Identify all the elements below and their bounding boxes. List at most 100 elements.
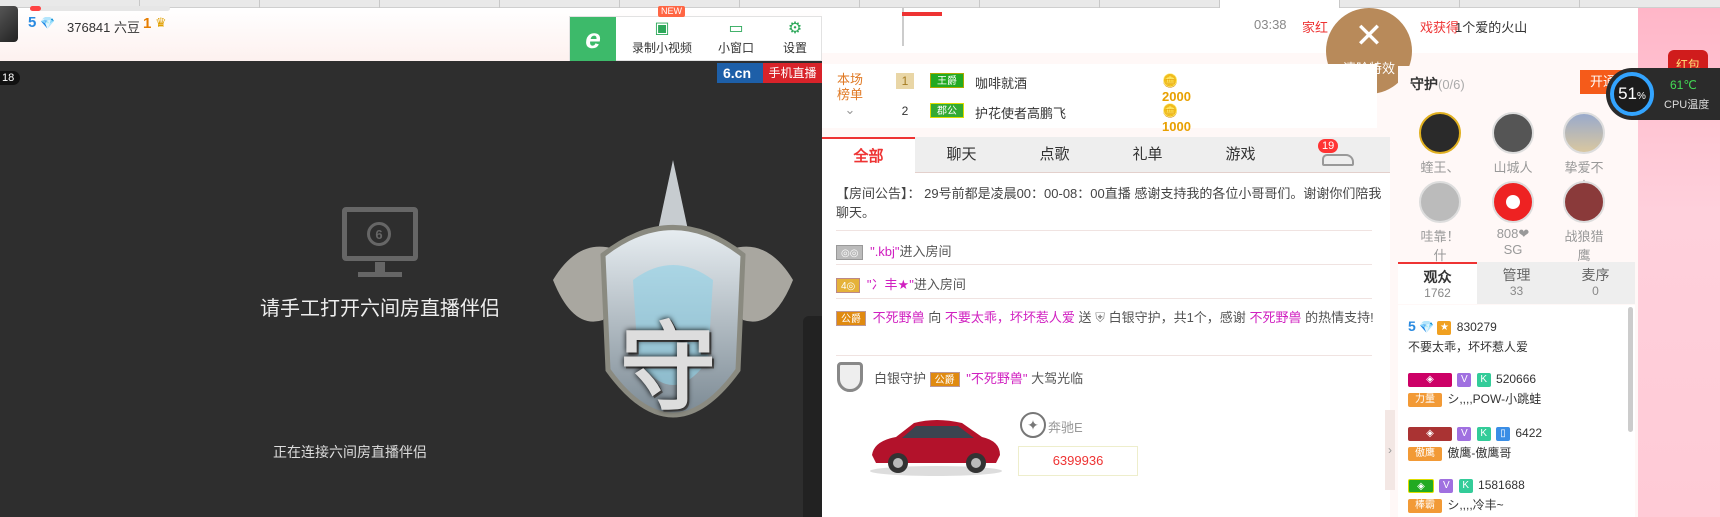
browser-tab[interactable]	[980, 0, 1100, 8]
chat-text: 送	[1078, 310, 1092, 325]
tab-audience[interactable]: 观众 1762	[1398, 262, 1477, 304]
avatar[interactable]	[0, 6, 18, 42]
chat-user-name[interactable]: ".kbj"	[870, 244, 899, 259]
browser-tab[interactable]	[380, 0, 500, 8]
car-image	[870, 420, 1002, 476]
browser-tab-active[interactable]	[1220, 0, 1340, 8]
gift-sender[interactable]: 不死野兽	[1249, 310, 1301, 325]
mini-window-button[interactable]: ▭ 小窗口	[706, 17, 766, 62]
tab-songs[interactable]: 点歌	[1008, 137, 1101, 173]
vip-badge-icon: V	[1457, 372, 1472, 387]
browser-tab-strip[interactable]	[0, 0, 1720, 8]
audience-row[interactable]: ◈ V K 1581688 棒霸 シ,,,,冷丰~	[1408, 478, 1525, 513]
tab-chat[interactable]: 聊天	[915, 137, 1008, 173]
rank-score-value: 2000	[1162, 89, 1191, 104]
chat-text: 的热情支持!	[1305, 310, 1374, 325]
audience-row[interactable]: 5 💎 ★ 830279 不要太乖，坏坏惹人爱	[1408, 318, 1528, 355]
chat-user-name[interactable]: "冫丰★"	[867, 277, 914, 292]
record-video-button[interactable]: ▣ 录制小视频	[620, 17, 704, 62]
guard-member[interactable]: 山城人	[1491, 112, 1535, 176]
rank-number: 2	[901, 104, 909, 118]
gift-receiver[interactable]: 不要太乖，坏坏惹人爱	[945, 310, 1075, 325]
browser-tab[interactable]	[740, 0, 860, 8]
browser-tab[interactable]	[1340, 0, 1460, 8]
vip-badge-icon: V	[1439, 478, 1454, 493]
guard-member[interactable]: 蝰王、	[1418, 112, 1462, 176]
guard-user-name[interactable]: "不死野兽"	[966, 371, 1027, 386]
rich-level: 5	[28, 14, 37, 31]
tab-all[interactable]: 全部	[822, 137, 915, 173]
k-badge-icon: K	[1458, 478, 1473, 493]
rank-board-toggle[interactable]: 本场榜单 ⌄	[832, 72, 868, 117]
level-progress-bar	[30, 6, 170, 11]
tab-mic-queue[interactable]: 麦序 0	[1556, 262, 1635, 304]
notice-text-red: 家红	[1302, 20, 1329, 35]
audience-name: シ,,,,POW-小跳蛙	[1447, 391, 1542, 406]
browser-tab[interactable]	[860, 0, 980, 8]
silver-guard-icon	[837, 362, 863, 392]
video-side-tab[interactable]	[803, 316, 822, 517]
guard-member[interactable]: 808❤SG	[1491, 181, 1535, 257]
chat-text: 进入房间	[899, 244, 952, 259]
audience-row[interactable]: ◈ V K 520666 力量 シ,,,,POW-小跳蛙	[1408, 372, 1541, 407]
tab-admins-label: 管理	[1502, 267, 1531, 283]
site-logo: 6.cn 手机直播	[717, 63, 822, 83]
silver-shield-icon: ⛨	[1095, 310, 1105, 325]
guard-title-text: 守护	[1410, 76, 1438, 92]
chat-text: 向	[928, 310, 942, 325]
browser-logo-icon: e	[570, 17, 616, 62]
divider	[836, 264, 1372, 265]
cpu-temperature-label: CPU温度	[1664, 99, 1710, 111]
cpu-usage-ring: 51%	[1610, 72, 1654, 116]
guard-member-name: 战狼猎鹰	[1564, 229, 1604, 263]
car-count-badge: 19	[1318, 139, 1339, 153]
coin-icon: 🪙	[1162, 103, 1179, 118]
audience-id: 520666	[1496, 372, 1537, 386]
notice-time: 03:38	[1254, 17, 1287, 32]
audience-scrollbar[interactable]	[1628, 307, 1633, 432]
fan-badge: 力量	[1408, 392, 1442, 407]
notice-text-red-2: 戏获得	[1420, 20, 1460, 35]
rank-board-label: 本场榜单	[836, 72, 863, 102]
close-icon: ✕	[1354, 17, 1384, 55]
guard-count: (0/6)	[1438, 77, 1465, 92]
rank-user-name: 护花使者高鹏飞	[975, 106, 1067, 121]
user-badge: 4◎	[836, 278, 861, 294]
chevron-down-icon: ⌄	[844, 102, 856, 117]
monitor-base	[358, 272, 402, 277]
guard-member[interactable]: 战狼猎鹰	[1562, 181, 1606, 264]
guard-member-name: 蝰王、	[1420, 160, 1460, 175]
tab-gifts[interactable]: 礼单	[1101, 137, 1194, 173]
browser-tab[interactable]	[260, 0, 380, 8]
time-badge: 18	[0, 71, 21, 85]
fan-badge: 棒霸	[1408, 498, 1442, 513]
guard-member-name: 808❤SG	[1496, 226, 1530, 257]
browser-tab[interactable]	[1100, 0, 1220, 8]
car-icon[interactable]	[1322, 154, 1354, 166]
guard-member-name: 哇靠！什	[1420, 229, 1460, 263]
guard-title: 守护(0/6)	[1410, 74, 1465, 94]
open-assistant-message: 请手工打开六间房直播伴侣	[260, 298, 500, 320]
chat-tabs: 全部 聊天 点歌 礼单 游戏	[822, 137, 1390, 173]
car-name: 奔驰E	[1048, 420, 1083, 435]
noble-badge: 公爵	[836, 311, 866, 327]
user-badge: ◎◎	[836, 245, 864, 261]
car-plate-id: 6399936	[1018, 446, 1138, 476]
avatar	[1419, 181, 1461, 223]
collapse-handle[interactable]: ›	[1385, 410, 1395, 490]
guard-member[interactable]: 哇靠！什	[1418, 181, 1462, 264]
gift-sender[interactable]: 不死野兽	[873, 310, 925, 325]
chat-text: 白银守护，共1个，感谢	[1108, 310, 1246, 325]
audience-row[interactable]: ◈ V K ▯ 6422 傲鹰 傲鹰-傲鹰哥	[1408, 426, 1542, 461]
browser-tab[interactable]	[500, 0, 620, 8]
browser-tab[interactable]	[1460, 0, 1580, 8]
tab-mic-queue-label: 麦序	[1581, 267, 1610, 283]
star-badge-icon: ★	[1437, 320, 1452, 335]
tab-admins[interactable]: 管理 33	[1477, 262, 1556, 304]
settings-button[interactable]: ⚙ 设置	[768, 17, 822, 62]
video-camera-icon: ▣	[654, 20, 670, 37]
tab-games[interactable]: 游戏	[1194, 137, 1287, 173]
guard-emblem-char: 守	[620, 311, 716, 424]
noble-badge: ◈	[1408, 372, 1452, 387]
tab-mic-queue-count: 0	[1592, 284, 1599, 298]
